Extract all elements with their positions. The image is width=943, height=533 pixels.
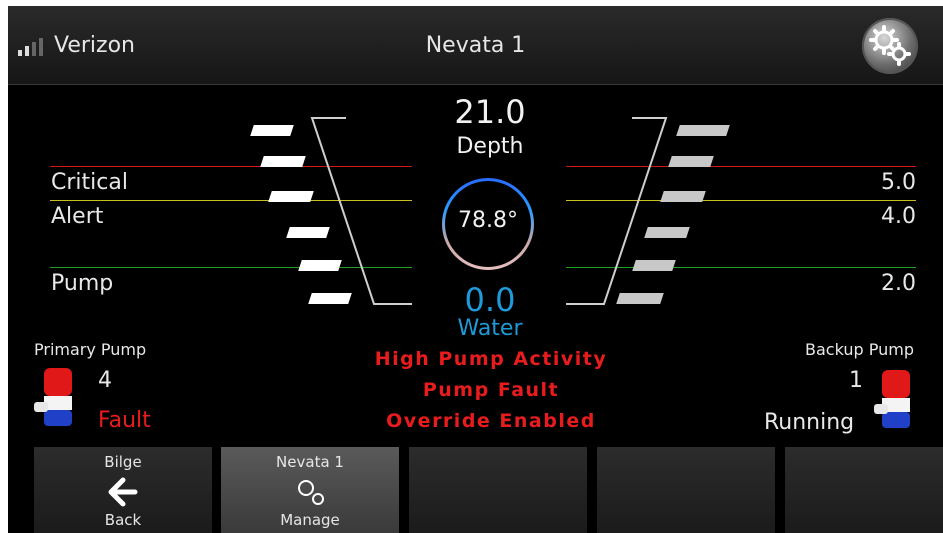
alert-message: Override Enabled — [386, 410, 596, 432]
pump-level-label: Pump — [51, 271, 114, 296]
depth-value: 21.0 — [454, 93, 526, 131]
primary-pump-count: 4 — [98, 368, 112, 393]
critical-level-label: Critical — [51, 170, 128, 195]
temperature-value: 78.8° — [458, 208, 518, 233]
app-screen: Verizon Nevata 1 Critical Alert Pump 5.0… — [8, 6, 943, 533]
pump-level-value: 2.0 — [881, 271, 916, 296]
depth-label: Depth — [456, 134, 524, 159]
water-value: 0.0 — [464, 281, 516, 319]
backup-pump-count: 1 — [849, 368, 863, 393]
nav-tile-bottom-label: Back — [104, 511, 142, 529]
alert-message: High Pump Activity — [374, 348, 608, 370]
nav-manage-button[interactable]: Nevata 1 Manage — [221, 447, 399, 533]
primary-pump-label: Primary Pump — [34, 340, 147, 359]
primary-pump-status: Fault — [98, 408, 151, 433]
nav-empty-tile[interactable] — [597, 447, 775, 533]
bilge-pump-icon — [34, 368, 72, 426]
backup-pump-label: Backup Pump — [805, 340, 914, 359]
nav-tile-top-label: Bilge — [104, 453, 142, 471]
bilge-pump-icon — [874, 370, 910, 428]
nav-back-button[interactable]: Bilge Back — [34, 447, 212, 533]
nav-tile-top-label: Nevata 1 — [276, 453, 344, 471]
water-label: Water — [457, 316, 523, 341]
alert-message: Pump Fault — [422, 379, 560, 401]
settings-button[interactable] — [862, 18, 918, 74]
page-title: Nevata 1 — [425, 33, 526, 58]
alert-level-value: 4.0 — [881, 204, 916, 229]
critical-level-value: 5.0 — [881, 170, 916, 195]
nav-empty-tile[interactable] — [409, 447, 587, 533]
nav-tile-bottom-label: Manage — [280, 511, 340, 529]
top-bar: Verizon Nevata 1 — [8, 6, 943, 85]
gears-icon — [869, 25, 911, 66]
nav-empty-tile[interactable] — [785, 447, 943, 533]
back-arrow-icon — [108, 477, 138, 507]
alert-level-label: Alert — [51, 204, 104, 229]
gears-icon — [298, 480, 324, 505]
backup-pump-status: Running — [764, 410, 855, 435]
